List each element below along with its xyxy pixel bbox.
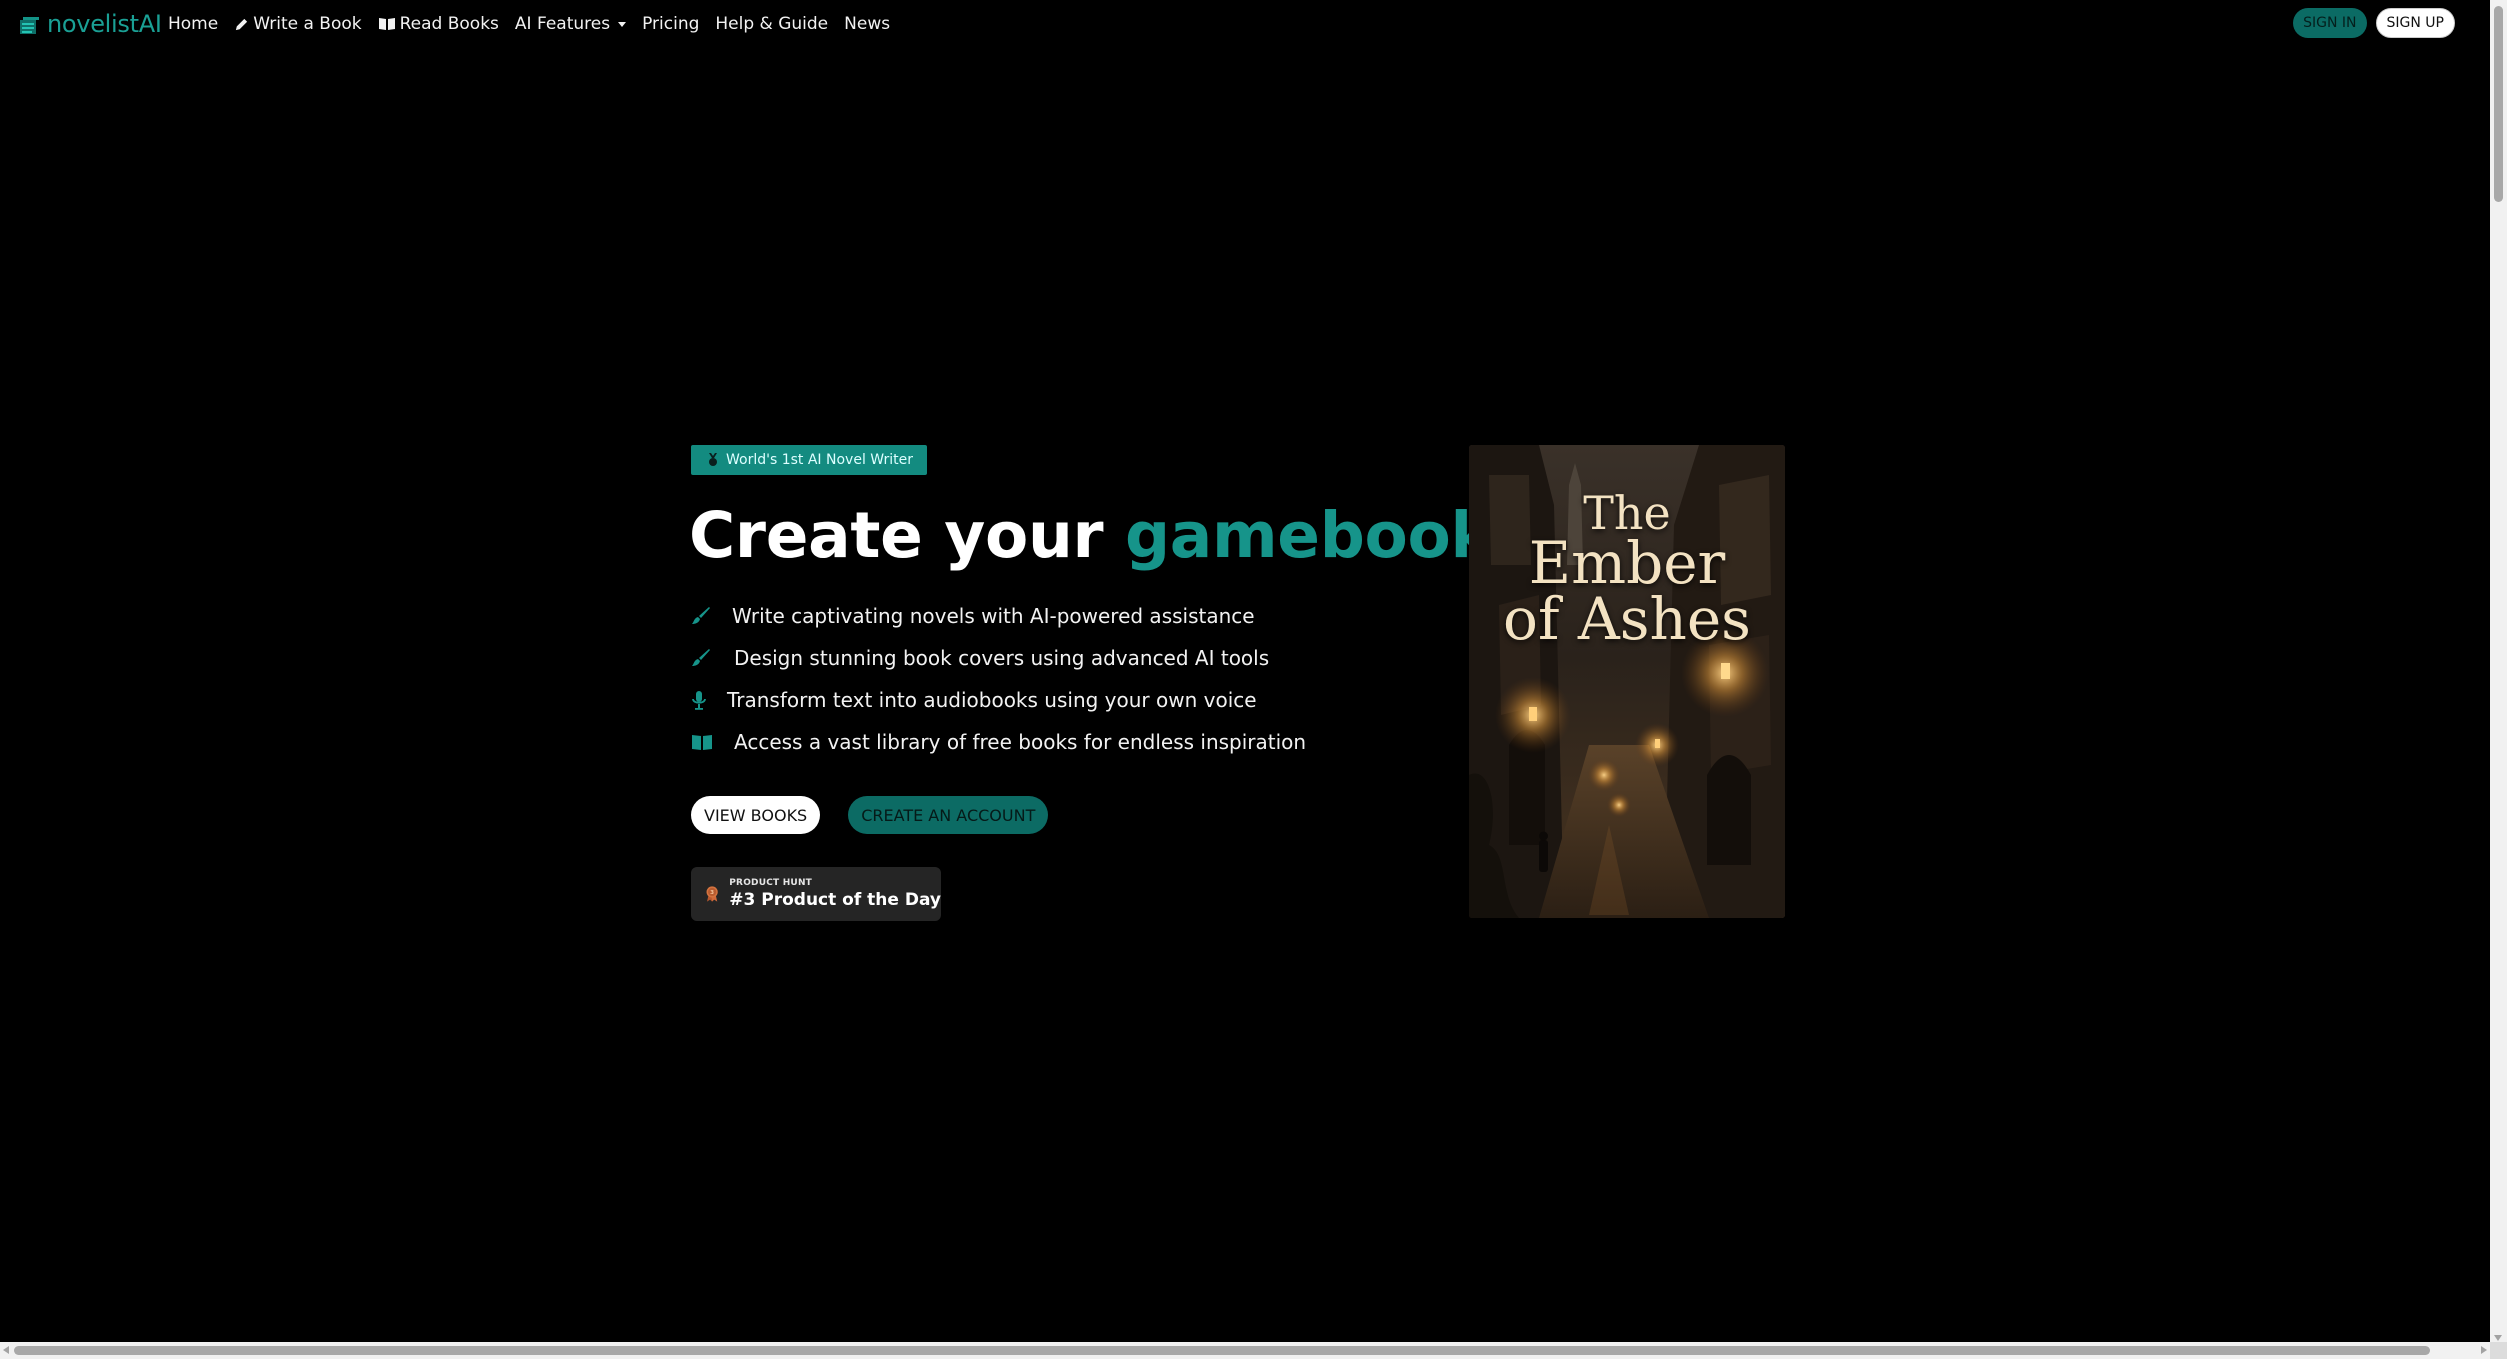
nav-write-a-book-label: Write a Book — [253, 14, 362, 34]
brush-icon — [691, 605, 732, 627]
hero-badge-text: World's 1st AI Novel Writer — [726, 452, 914, 468]
auth-buttons: SIGN IN SIGN UP — [2293, 8, 2455, 38]
feature-text: Write captivating novels with AI-powered… — [732, 604, 1255, 628]
horizontal-scroll-thumb[interactable] — [14, 1346, 2430, 1355]
sign-up-button[interactable]: SIGN UP — [2375, 8, 2455, 38]
nav-ai-features-dropdown[interactable]: AI Features — [514, 14, 627, 34]
scroll-right-arrow-icon[interactable] — [2481, 1346, 2487, 1354]
nav-pricing[interactable]: Pricing — [642, 14, 699, 34]
feature-text: Design stunning book covers using advanc… — [734, 646, 1270, 670]
sign-in-button[interactable]: SIGN IN — [2293, 8, 2367, 38]
brand-name: novelistAI — [47, 10, 162, 38]
scroll-left-arrow-icon[interactable] — [3, 1346, 9, 1354]
medal-icon — [709, 453, 717, 466]
chevron-down-icon — [618, 21, 627, 27]
nav-pricing-label: Pricing — [642, 14, 700, 34]
feature-item: Design stunning book covers using advanc… — [691, 637, 1306, 679]
feature-item: Access a vast library of free books for … — [691, 721, 1306, 763]
headline-prefix: Create your — [689, 499, 1104, 572]
feature-item: Transform text into audiobooks using you… — [691, 679, 1306, 721]
nav-home-label: Home — [168, 14, 219, 34]
nav-home[interactable]: Home — [168, 14, 218, 34]
brand-logo-link[interactable]: novelistAI — [18, 10, 162, 38]
vertical-scrollbar[interactable] — [2490, 0, 2507, 1359]
nav-write-a-book[interactable]: Write a Book — [234, 14, 362, 34]
cover-title-line3: of Ashes — [1503, 585, 1751, 653]
main-nav: Home Write a Book Read Books AI Features — [168, 14, 906, 34]
scrollbar-corner — [2490, 1342, 2507, 1359]
book-cover-image[interactable]: The Ember of Ashes — [1469, 445, 1785, 918]
product-hunt-label: PRODUCT HUNT — [729, 878, 813, 888]
feature-text: Transform text into audiobooks using you… — [727, 688, 1257, 712]
microphone-icon — [691, 689, 727, 711]
page: novelistAI Home Write a Book Read Books — [0, 0, 2507, 1359]
hero-badge: World's 1st AI Novel Writer — [691, 445, 928, 475]
open-book-icon — [378, 18, 395, 30]
feature-item: Write captivating novels with AI-powered… — [691, 595, 1306, 637]
brush-icon — [691, 647, 734, 669]
feature-list: Write captivating novels with AI-powered… — [691, 595, 1306, 763]
cover-title-line2: Ember — [1528, 529, 1726, 597]
horizontal-scrollbar[interactable] — [0, 1342, 2490, 1359]
nav-news[interactable]: News — [844, 14, 890, 34]
nav-read-books[interactable]: Read Books — [378, 14, 499, 34]
nav-help-guide-label: Help & Guide — [715, 14, 829, 34]
vertical-scroll-thumb[interactable] — [2494, 6, 2503, 202]
product-hunt-badge[interactable]: 3 PRODUCT HUNT #3 Product of the Day — [691, 867, 941, 921]
pencil-icon — [236, 18, 248, 30]
nav-news-label: News — [844, 14, 891, 34]
nav-read-books-label: Read Books — [399, 14, 499, 34]
create-account-button[interactable]: CREATE AN ACCOUNT — [848, 796, 1049, 834]
product-hunt-title: #3 Product of the Day — [729, 890, 941, 910]
product-hunt-text: PRODUCT HUNT #3 Product of the Day — [729, 878, 941, 910]
hero-headline: Create your gamebooks — [689, 498, 1530, 574]
top-navbar: novelistAI Home Write a Book Read Books — [0, 0, 2490, 50]
hero-actions: VIEW BOOKS CREATE AN ACCOUNT — [691, 796, 1049, 834]
novelistai-logo-icon — [20, 17, 39, 34]
award-medal-icon: 3 — [706, 886, 718, 902]
nav-ai-features-label: AI Features — [514, 14, 611, 34]
book-icon — [691, 731, 734, 753]
scroll-down-arrow-icon[interactable] — [2494, 1335, 2502, 1341]
nav-help-guide[interactable]: Help & Guide — [715, 14, 828, 34]
view-books-button[interactable]: VIEW BOOKS — [691, 796, 821, 834]
feature-text: Access a vast library of free books for … — [734, 730, 1307, 754]
svg-text:3: 3 — [710, 890, 714, 896]
